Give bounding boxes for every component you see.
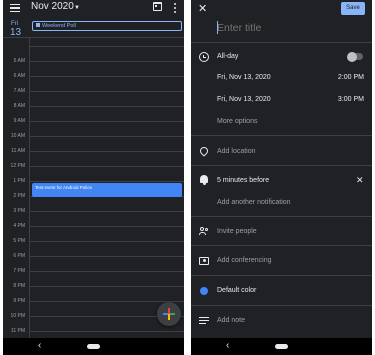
time-label: 8 AM [13,103,25,109]
divider [191,305,372,306]
time-label: 3 PM [13,208,25,214]
event-editor: ✕ Save All-day Fri, Nov 13, 2020 2:00 PM… [191,0,372,355]
hour-line [29,61,184,62]
hour-line [29,91,184,92]
time-label: 8 PM [13,283,25,289]
home-pill-icon[interactable] [87,344,100,349]
event-check-icon [36,23,40,27]
month-title[interactable]: Nov 2020 [31,1,74,12]
invite-people[interactable]: Invite people [217,228,257,235]
divider [191,135,372,136]
save-button[interactable]: Save [341,2,365,15]
time-label: 4 PM [13,223,25,229]
notes-icon [199,317,209,325]
hour-line [29,241,184,242]
divider [191,42,372,43]
add-notification[interactable]: Add another notification [217,199,291,206]
back-icon[interactable]: ‹ [38,340,41,351]
hour-line [29,121,184,122]
add-location[interactable]: Add location [217,148,256,155]
calendar-day-view: Nov 2020 ▼ Fri 13 Weekend Poll 5 AM 6 AM… [3,0,184,355]
hour-line [29,301,184,302]
time-label: 11 AM [11,148,25,154]
grid-vertical-line [29,38,30,338]
hour-line [29,286,184,287]
time-label: 9 AM [13,118,25,124]
hamburger-menu-icon[interactable] [10,4,20,12]
add-conferencing[interactable]: Add conferencing [217,257,271,264]
time-label: 5 AM [13,58,25,64]
start-time[interactable]: 2:00 PM [338,74,364,81]
time-label: 6 AM [13,73,25,79]
chevron-down-icon[interactable]: ▼ [74,5,80,11]
time-label: 7 AM [13,88,25,94]
system-nav-bar: ‹ [3,338,184,355]
time-label: 9 PM [13,298,25,304]
time-label: 12 PM [10,163,25,169]
hour-line [29,166,184,167]
all-day-label: All-day [217,53,239,60]
add-note[interactable]: Add note [217,317,245,324]
more-options-link[interactable]: More options [217,118,257,125]
start-date[interactable]: Fri, Nov 13, 2020 [217,74,271,81]
title-input[interactable] [217,20,367,36]
time-label: 10 AM [10,133,25,139]
hour-line [29,106,184,107]
divider [191,165,372,166]
time-label: 7 PM [13,268,25,274]
time-label: 1 PM [13,178,25,184]
bell-icon [200,175,208,185]
time-label: 6 PM [13,253,25,259]
time-label: 2 PM [13,193,25,199]
hour-line [29,211,184,212]
hour-line [29,76,184,77]
system-nav-bar: ‹ [191,338,372,355]
hour-line [29,181,184,182]
time-label: 5 PM [13,238,25,244]
color-dot-icon [200,287,208,295]
back-icon[interactable]: ‹ [226,340,229,351]
create-event-fab[interactable] [157,302,181,326]
time-label: 11 PM [10,328,25,334]
text-cursor [217,21,218,34]
end-date[interactable]: Fri, Nov 13, 2020 [217,96,271,103]
remove-notification-icon[interactable]: ✕ [356,175,364,186]
default-color[interactable]: Default color [217,287,256,294]
hour-grid[interactable]: 5 AM 6 AM 7 AM 8 AM 9 AM 10 AM 11 AM 12 … [3,38,184,338]
location-pin-icon [198,145,210,157]
divider [191,245,372,246]
time-label: 10 PM [10,313,25,319]
hour-line [29,226,184,227]
home-pill-icon[interactable] [275,344,288,349]
hour-line [29,46,184,47]
notification-label[interactable]: 5 minutes before [217,177,269,184]
toggle-knob [347,51,357,62]
clock-icon [199,52,209,62]
calendar-header: Nov 2020 ▼ [3,0,184,18]
calendar-today-icon[interactable] [153,2,162,11]
people-icon [199,227,209,237]
end-time[interactable]: 3:00 PM [338,96,364,103]
all-day-toggle[interactable] [347,51,363,62]
allday-event-title: Weekend Poll [42,23,76,29]
conferencing-icon [199,257,209,265]
hour-line [29,151,184,152]
hour-line [29,256,184,257]
hour-line [29,271,184,272]
hour-line [29,331,184,332]
more-vert-icon[interactable] [173,3,176,13]
divider [191,216,372,217]
event-block[interactable]: Test event for Android Police [32,183,182,197]
hour-line [29,136,184,137]
divider [191,275,372,276]
allday-event-chip[interactable]: Weekend Poll [32,21,182,31]
close-icon[interactable]: ✕ [198,2,207,15]
